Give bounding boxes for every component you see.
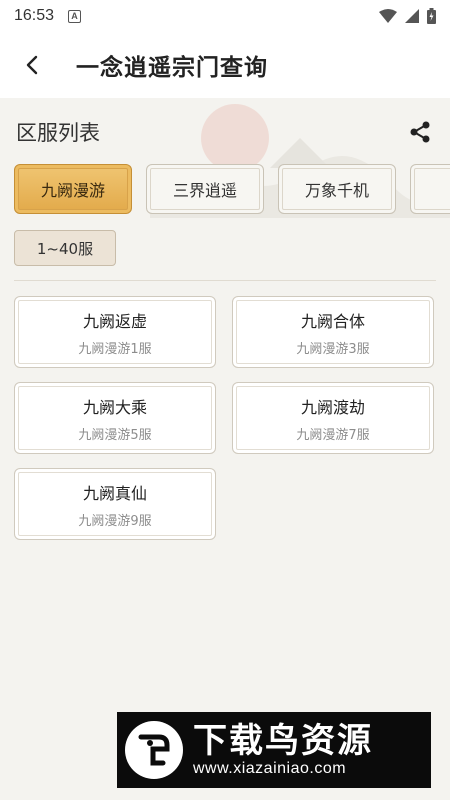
wifi-icon (379, 9, 397, 23)
main-content: 区服列表 九阙漫游 三界逍遥 万象千机 鬼 1~40服 九阙返虚 九阙漫游1服 … (0, 98, 450, 800)
status-icons (379, 8, 436, 24)
server-range-chip[interactable]: 1~40服 (14, 230, 116, 266)
server-sub: 九阙漫游9服 (78, 513, 152, 529)
chevron-left-icon (26, 55, 38, 75)
server-card[interactable]: 九阙大乘 九阙漫游5服 (14, 382, 216, 454)
signal-icon (405, 9, 419, 23)
server-card[interactable]: 九阙真仙 九阙漫游9服 (14, 468, 216, 540)
status-time: 16:53 (14, 7, 55, 24)
server-sub: 九阙漫游5服 (78, 427, 152, 443)
share-icon (410, 121, 430, 143)
server-card[interactable]: 九阙合体 九阙漫游3服 (232, 296, 434, 368)
watermark-banner: 下载鸟资源 www.xiazainiao.com (117, 712, 431, 788)
section-header: 区服列表 (16, 116, 434, 148)
server-sub: 九阙漫游7服 (296, 427, 370, 443)
share-button[interactable] (406, 118, 434, 146)
server-sub: 九阙漫游1服 (78, 341, 152, 357)
battery-icon (427, 8, 436, 24)
bird-logo-icon (125, 721, 183, 779)
tab-jiuque[interactable]: 九阙漫游 (14, 164, 132, 214)
server-name: 九阙合体 (300, 311, 365, 331)
server-name: 九阙返虚 (82, 311, 147, 331)
section-title: 区服列表 (16, 121, 100, 145)
server-name: 九阙渡劫 (300, 397, 365, 417)
watermark-url: www.xiazainiao.com (193, 760, 347, 777)
tab-wanxiang[interactable]: 万象千机 (278, 164, 396, 214)
back-button[interactable] (0, 32, 64, 98)
server-card[interactable]: 九阙渡劫 九阙漫游7服 (232, 382, 434, 454)
divider (14, 280, 436, 281)
server-sub: 九阙漫游3服 (296, 341, 370, 357)
status-bar: 16:53 A (0, 0, 450, 32)
region-tabs: 九阙漫游 三界逍遥 万象千机 鬼 (14, 164, 450, 216)
notification-icon: A (68, 9, 82, 23)
server-name: 九阙真仙 (82, 483, 147, 503)
server-name: 九阙大乘 (82, 397, 147, 417)
tab-gui[interactable]: 鬼 (410, 164, 450, 214)
watermark-title: 下载鸟资源 (193, 721, 373, 761)
tab-sanjie[interactable]: 三界逍遥 (146, 164, 264, 214)
server-card[interactable]: 九阙返虚 九阙漫游1服 (14, 296, 216, 368)
app-header: 一念逍遥宗门查询 (0, 32, 450, 98)
page-title: 一念逍遥宗门查询 (76, 55, 268, 81)
